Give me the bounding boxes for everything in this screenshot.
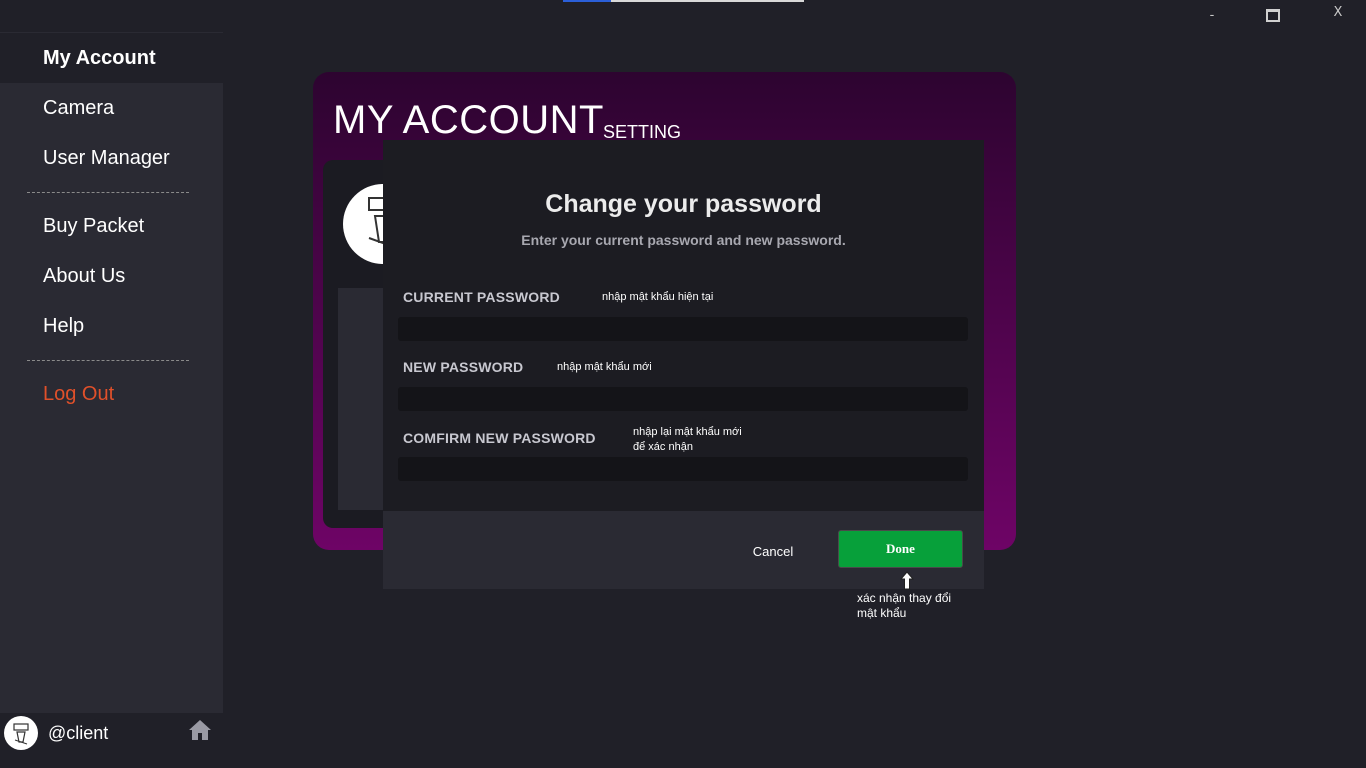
done-annotation-line2: mật khẩu <box>857 606 907 620</box>
sidebar-item-user-manager[interactable]: User Manager <box>0 133 223 183</box>
title-bar: - X <box>0 0 1366 32</box>
sidebar-item-camera[interactable]: Camera <box>0 83 223 133</box>
new-password-field[interactable] <box>398 387 968 411</box>
new-password-label: NEW PASSWORD <box>403 359 524 375</box>
sidebar-item-my-account[interactable]: My Account <box>0 33 223 83</box>
confirm-password-label: COMFIRM NEW PASSWORD <box>403 430 596 446</box>
change-password-dialog: Change your password Enter your current … <box>383 140 984 589</box>
home-icon[interactable] <box>188 719 212 741</box>
progress-fill <box>563 0 612 2</box>
current-password-field[interactable] <box>398 317 968 341</box>
confirm-password-hint: nhập lại mật khẩu mới để xác nhận <box>633 425 742 455</box>
current-password-hint: nhập mật khẩu hiện tại <box>602 291 714 303</box>
close-button[interactable]: X <box>1326 1 1350 25</box>
dialog-title: Change your password <box>545 190 822 218</box>
done-annotation: xác nhận thay đổi mật khẩu <box>857 591 977 621</box>
maximize-button[interactable] <box>1261 4 1285 28</box>
confirm-password-hint-line2: để xác nhận <box>633 441 693 453</box>
confirm-password-hint-line1: nhập lại mật khẩu mới <box>633 426 742 438</box>
sidebar: My Account Camera User Manager Buy Packe… <box>0 32 223 768</box>
done-button[interactable]: Done <box>838 530 963 568</box>
confirm-password-field[interactable] <box>398 457 968 481</box>
sidebar-divider <box>27 360 189 361</box>
sidebar-item-about-us[interactable]: About Us <box>0 251 223 301</box>
minimize-button[interactable]: - <box>1200 4 1224 28</box>
dialog-footer: Cancel Done <box>383 511 984 589</box>
current-password-label: CURRENT PASSWORD <box>403 289 560 305</box>
new-password-hint: nhập mật khẩu mới <box>557 361 652 373</box>
user-bar: @client <box>0 713 223 768</box>
done-annotation-line1: xác nhận thay đổi <box>857 591 952 605</box>
dialog-subtitle: Enter your current password and new pass… <box>521 232 846 248</box>
avatar[interactable] <box>4 716 38 750</box>
user-name: @client <box>48 723 109 743</box>
cursor-icon <box>899 571 915 590</box>
page-title: MY ACCOUNT <box>333 98 604 142</box>
loading-progress-bar <box>563 0 804 2</box>
sidebar-item-help[interactable]: Help <box>0 301 223 351</box>
avatar-image <box>13 723 29 745</box>
sidebar-divider <box>27 192 189 193</box>
sidebar-item-buy-packet[interactable]: Buy Packet <box>0 201 223 251</box>
sidebar-item-log-out[interactable]: Log Out <box>0 369 223 419</box>
cancel-button[interactable]: Cancel <box>738 541 808 561</box>
maximize-icon <box>1266 9 1280 22</box>
